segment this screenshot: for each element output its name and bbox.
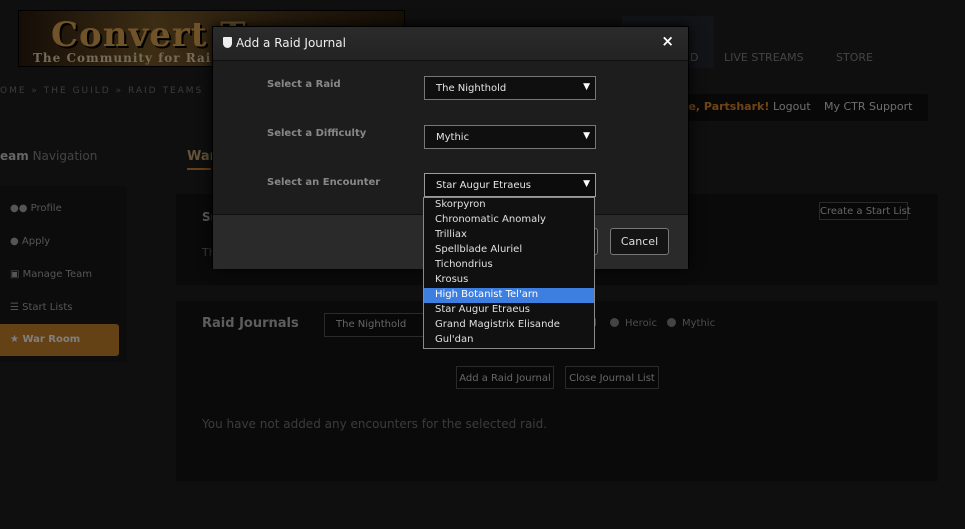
caret-down-icon: ▼ xyxy=(583,82,590,92)
encounter-option[interactable]: Trilliax xyxy=(424,228,594,243)
encounter-option[interactable]: Gul'dan xyxy=(424,333,594,348)
modal-title: Add a Raid Journal xyxy=(223,36,346,50)
modal-title-text: Add a Raid Journal xyxy=(236,36,346,50)
raid-label: Select a Raid xyxy=(267,79,341,90)
difficulty-select-value: Mythic xyxy=(436,132,470,143)
modal-body: Select a Raid The Nighthold ▼ Select a D… xyxy=(213,62,688,214)
raid-select[interactable]: The Nighthold ▼ xyxy=(424,76,596,100)
caret-down-icon: ▼ xyxy=(583,131,590,141)
cancel-button[interactable]: Cancel xyxy=(610,228,669,255)
shield-icon xyxy=(223,37,232,48)
encounter-option[interactable]: Chronomatic Anomaly xyxy=(424,213,594,228)
difficulty-label: Select a Difficulty xyxy=(267,128,367,139)
encounter-select-value: Star Augur Etraeus xyxy=(436,180,532,191)
encounter-dropdown-list: Skorpyron Chronomatic Anomaly Trilliax S… xyxy=(423,197,595,349)
encounter-option[interactable]: Star Augur Etraeus xyxy=(424,303,594,318)
encounter-option[interactable]: Tichondrius xyxy=(424,258,594,273)
encounter-label: Select an Encounter xyxy=(267,177,381,188)
modal-header: Add a Raid Journal × xyxy=(213,27,688,61)
encounter-option[interactable]: Spellblade Aluriel xyxy=(424,243,594,258)
encounter-option-highlighted[interactable]: High Botanist Tel'arn xyxy=(424,288,594,303)
encounter-option[interactable]: Grand Magistrix Elisande xyxy=(424,318,594,333)
encounter-option[interactable]: Skorpyron xyxy=(424,198,594,213)
encounter-select[interactable]: Star Augur Etraeus ▼ xyxy=(424,173,596,197)
caret-down-icon: ▼ xyxy=(583,179,590,189)
close-button[interactable]: × xyxy=(661,32,674,50)
encounter-option[interactable]: Krosus xyxy=(424,273,594,288)
difficulty-select[interactable]: Mythic ▼ xyxy=(424,125,596,149)
raid-select-value: The Nighthold xyxy=(436,83,507,94)
